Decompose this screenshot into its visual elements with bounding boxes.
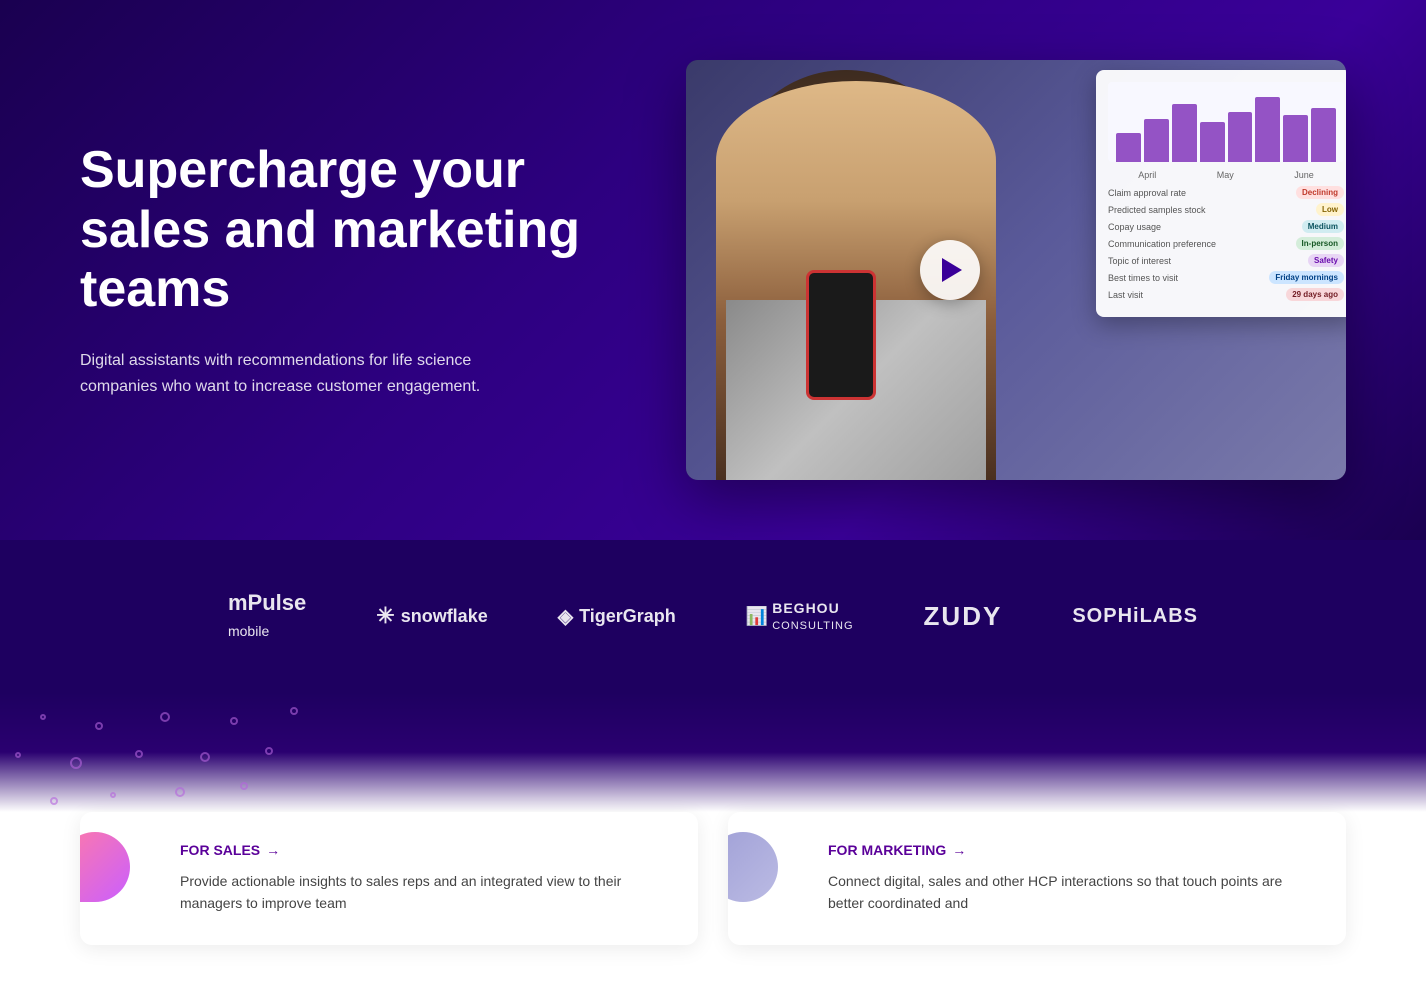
- sales-card-text: Provide actionable insights to sales rep…: [180, 870, 668, 915]
- speech-bubble-icon: [80, 832, 130, 902]
- badge-label: Last visit: [1108, 290, 1143, 300]
- badge-last-visit: Last visit 29 days ago: [1108, 288, 1344, 301]
- partner-zudy: ZUDY: [924, 601, 1003, 632]
- dot: [290, 707, 298, 715]
- chart-label-may: May: [1217, 170, 1234, 180]
- dashboard-overlay: April May June Claim approval rate Decli…: [1096, 70, 1346, 317]
- sales-card-title[interactable]: FOR SALES →: [180, 842, 668, 858]
- marketing-arrow-icon: →: [952, 842, 966, 858]
- dot: [200, 752, 210, 762]
- dots-transition: [0, 692, 1426, 812]
- badge-value-safety: Safety: [1308, 254, 1344, 267]
- hero-subtitle: Digital assistants with recommendations …: [80, 348, 500, 399]
- dot: [240, 782, 248, 790]
- person-phone: [806, 270, 876, 400]
- badge-label: Claim approval rate: [1108, 188, 1186, 198]
- tigergraph-icon: ◈: [558, 604, 573, 629]
- beghou-icon: 📊: [746, 606, 768, 627]
- zudy-text: ZUDY: [924, 601, 1003, 631]
- dot: [160, 712, 170, 722]
- snowflake-text: snowflake: [401, 606, 488, 627]
- partner-mpulse: mPulsemobile: [228, 590, 306, 642]
- chart-bar: [1172, 104, 1197, 162]
- badge-value-friday: Friday mornings: [1269, 271, 1344, 284]
- mpulse-logo: mPulsemobile: [228, 590, 306, 641]
- partner-tigergraph: ◈ TigerGraph: [558, 604, 676, 629]
- dots-decoration: [0, 692, 300, 812]
- megaphone-icon: [728, 832, 778, 902]
- video-person: [686, 60, 1066, 480]
- badge-value-days: 29 days ago: [1286, 288, 1344, 301]
- badge-topic: Topic of interest Safety: [1108, 254, 1344, 267]
- sales-icon-area: [80, 832, 150, 922]
- chart-label-april: April: [1138, 170, 1156, 180]
- badge-value-medium: Medium: [1302, 220, 1344, 233]
- play-button[interactable]: [920, 240, 980, 300]
- dot: [95, 722, 103, 730]
- dot: [135, 750, 143, 758]
- chart-bar: [1228, 112, 1253, 162]
- video-container[interactable]: April May June Claim approval rate Decli…: [686, 60, 1346, 480]
- cards-section: FOR SALES → Provide actionable insights …: [0, 812, 1426, 1005]
- sales-card-content: FOR SALES → Provide actionable insights …: [180, 842, 668, 915]
- partner-sophilabs: SOPHiLABS: [1072, 605, 1198, 628]
- dot: [40, 714, 46, 720]
- chart-bar: [1311, 108, 1336, 162]
- marketing-title-text: FOR MARKETING: [828, 842, 946, 858]
- badge-label: Copay usage: [1108, 222, 1161, 232]
- marketing-card-content: FOR MARKETING → Connect digital, sales a…: [828, 842, 1316, 915]
- chart-label-june: June: [1294, 170, 1314, 180]
- card-for-sales: FOR SALES → Provide actionable insights …: [80, 812, 698, 945]
- dot: [70, 757, 82, 769]
- marketing-card-text: Connect digital, sales and other HCP int…: [828, 870, 1316, 915]
- dot: [230, 717, 238, 725]
- badge-label: Topic of interest: [1108, 256, 1171, 266]
- chart-bar: [1144, 119, 1169, 162]
- dot: [110, 792, 116, 798]
- play-icon: [942, 258, 962, 282]
- partners-section: mPulsemobile ✳ snowflake ◈ TigerGraph 📊 …: [0, 540, 1426, 692]
- sales-title-text: FOR SALES: [180, 842, 260, 858]
- badge-label: Communication preference: [1108, 239, 1216, 249]
- marketing-card-title[interactable]: FOR MARKETING →: [828, 842, 1316, 858]
- dot: [175, 787, 185, 797]
- hero-section: Supercharge your sales and marketing tea…: [0, 0, 1426, 540]
- chart-bar: [1116, 133, 1141, 162]
- badge-value-low: Low: [1316, 203, 1344, 216]
- beghou-text: BEGHOUCONSULTING: [772, 600, 853, 632]
- badge-copay: Copay usage Medium: [1108, 220, 1344, 233]
- badge-value-declining: Declining: [1296, 186, 1344, 199]
- dot: [265, 747, 273, 755]
- marketing-icon-area: [728, 832, 798, 922]
- badge-samples-stock: Predicted samples stock Low: [1108, 203, 1344, 216]
- chart-area: [1108, 82, 1344, 162]
- chart-bar: [1283, 115, 1308, 162]
- badge-communication: Communication preference In-person: [1108, 237, 1344, 250]
- snowflake-icon: ✳: [376, 603, 394, 629]
- chart-bars: [1108, 82, 1344, 162]
- hero-title: Supercharge your sales and marketing tea…: [80, 141, 580, 320]
- badge-claim-approval: Claim approval rate Declining: [1108, 186, 1344, 199]
- chart-bar: [1200, 122, 1225, 162]
- hero-left-content: Supercharge your sales and marketing tea…: [80, 141, 580, 400]
- badge-times: Best times to visit Friday mornings: [1108, 271, 1344, 284]
- badge-label: Best times to visit: [1108, 273, 1178, 283]
- tigergraph-text: TigerGraph: [579, 606, 676, 627]
- badge-label: Predicted samples stock: [1108, 205, 1206, 215]
- video-background: April May June Claim approval rate Decli…: [686, 60, 1346, 480]
- card-for-marketing: FOR MARKETING → Connect digital, sales a…: [728, 812, 1346, 945]
- partner-beghou: 📊 BEGHOUCONSULTING: [746, 600, 854, 632]
- sophilabs-text: SOPHiLABS: [1072, 605, 1198, 627]
- dot: [15, 752, 21, 758]
- badge-value-inperson: In-person: [1296, 237, 1344, 250]
- chart-bar: [1255, 97, 1280, 162]
- partner-snowflake: ✳ snowflake: [376, 603, 487, 629]
- chart-labels: April May June: [1108, 170, 1344, 180]
- sales-arrow-icon: →: [266, 842, 280, 858]
- hero-right-content: April May June Claim approval rate Decli…: [620, 60, 1346, 480]
- dot: [50, 797, 58, 805]
